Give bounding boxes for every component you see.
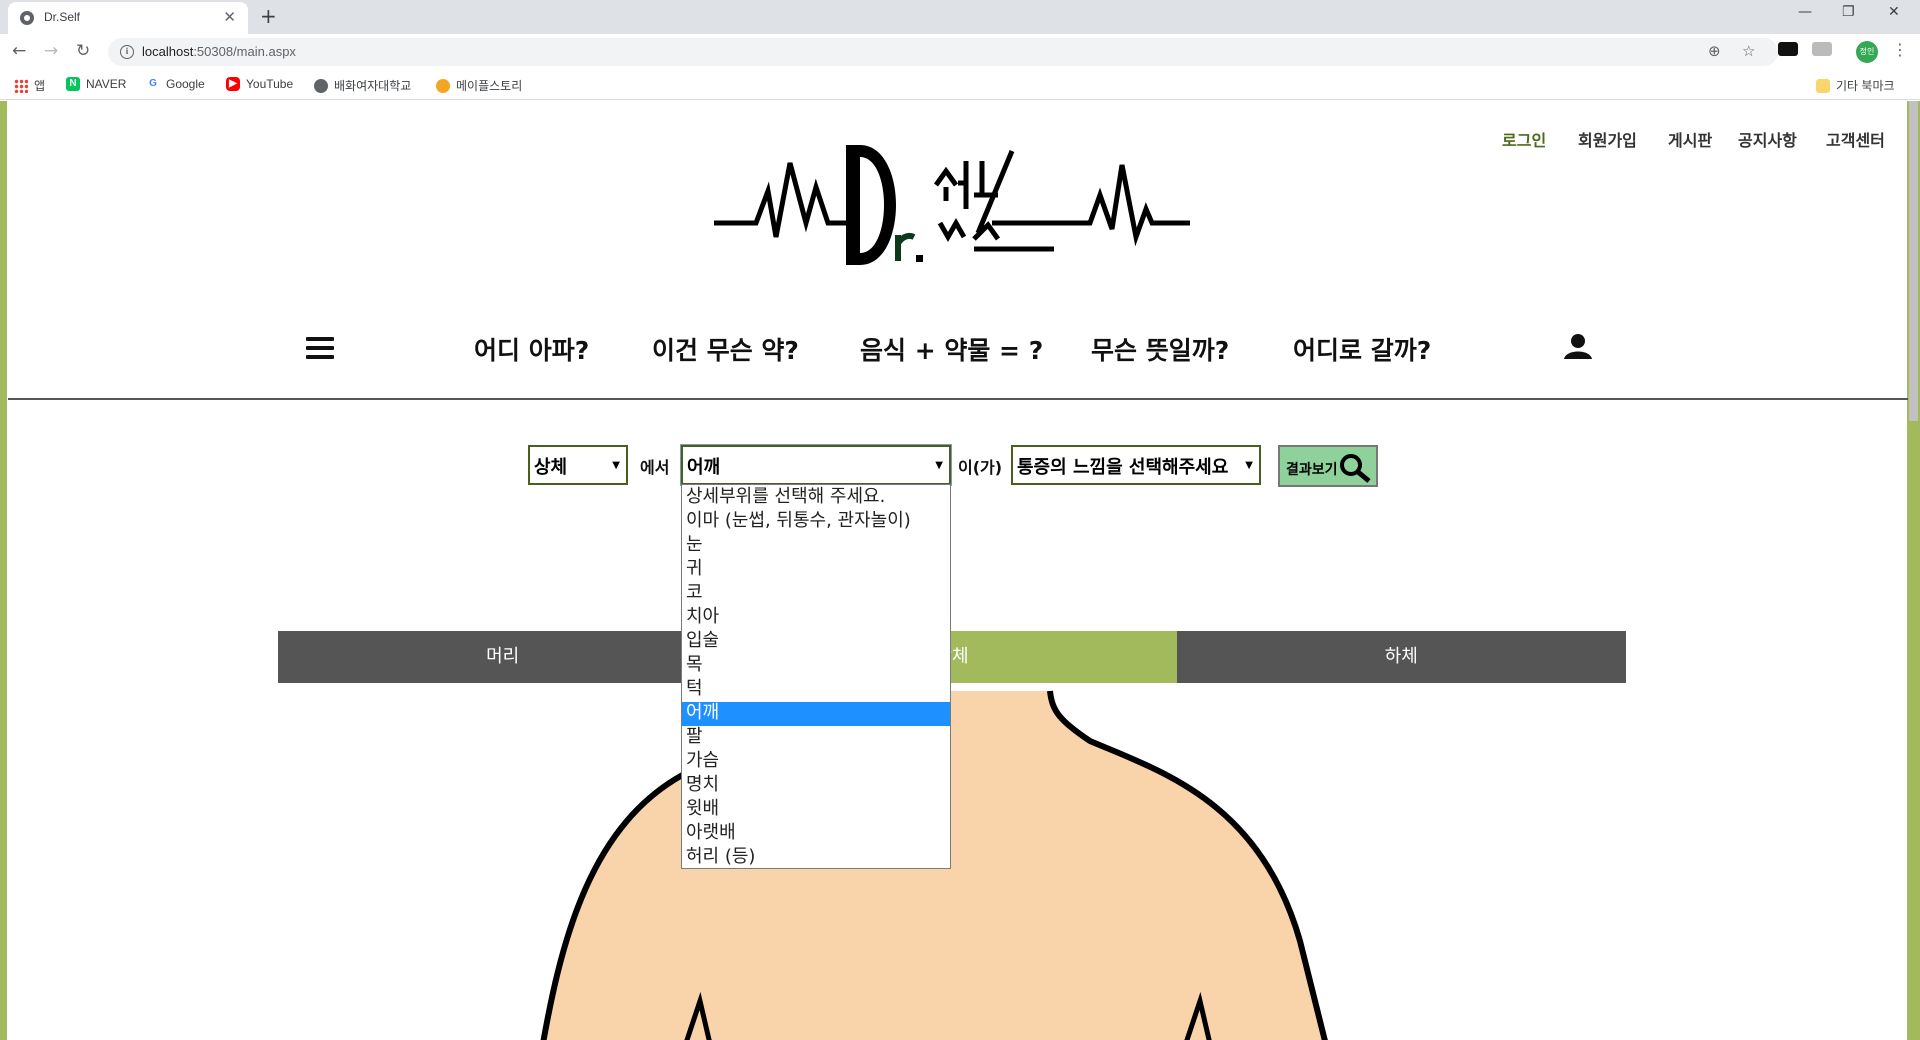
google-icon: G [146, 77, 160, 91]
detail-part-dropdown-list[interactable]: 상세부위를 선택해 주세요. 이마 (눈썹, 뒤통수, 관자놀이) 눈 귀 코 … [681, 484, 951, 869]
login-link[interactable]: 로그인 [1502, 127, 1546, 151]
notice-link[interactable]: 공지사항 [1738, 127, 1797, 151]
body-region-tabs: 머리 상체 하체 [278, 631, 1626, 683]
nav-what-medicine[interactable]: 이건 무슨 약? [652, 331, 799, 367]
globe-icon [314, 78, 328, 93]
search-icon [1340, 454, 1371, 483]
dropdown-option[interactable]: 이마 (눈썹, 뒤통수, 관자놀이) [682, 510, 950, 534]
pain-feeling-select[interactable]: 통증의 느낌을 선택해주세요 ▼ [1011, 445, 1261, 485]
browser-tab[interactable]: Dr.Self ✕ [8, 2, 248, 34]
page-viewport: 로그인 회원가입 게시판 공지사항 고객센터 어디 아파? 이건 무슨 약? 음… [0, 101, 1920, 1040]
youtube-icon: ▶ [226, 77, 240, 91]
menu-kebab-icon[interactable]: ⋮ [1892, 40, 1908, 59]
url-text[interactable]: localhost:50308/main.aspx [142, 44, 296, 59]
dropdown-option[interactable]: 입술 [682, 630, 950, 654]
dropdown-option[interactable]: 상세부위를 선택해 주세요. [682, 486, 950, 510]
new-tab-icon[interactable]: + [260, 4, 277, 28]
naver-icon: N [66, 77, 80, 91]
close-window-icon[interactable]: ✕ [1888, 4, 1900, 20]
dropdown-option-selected[interactable]: 어깨 [682, 702, 950, 726]
support-link[interactable]: 고객센터 [1826, 127, 1885, 151]
view-result-button[interactable]: 결과보기 [1278, 445, 1378, 487]
dropdown-option[interactable]: 코 [682, 582, 950, 606]
left-accent-bar [0, 101, 7, 1040]
dropdown-option[interactable]: 명치 [682, 774, 950, 798]
bookmark-other[interactable]: 기타 북마크 [1816, 77, 1895, 94]
dropdown-option[interactable]: 귀 [682, 558, 950, 582]
close-tab-icon[interactable]: ✕ [223, 8, 236, 26]
back-icon[interactable]: ← [12, 41, 26, 61]
dropdown-arrow-icon: ▼ [1245, 460, 1253, 471]
youtube-extension-icon[interactable] [1778, 42, 1798, 56]
apps-grid-icon [14, 78, 28, 93]
bookmark-maplestory[interactable]: 메이플스토리 [436, 77, 522, 94]
folder-icon [1816, 78, 1830, 93]
tab-head[interactable]: 머리 [278, 631, 728, 683]
star-icon[interactable]: ☆ [1742, 42, 1755, 60]
scrollbar-thumb[interactable] [1909, 101, 1918, 421]
dropdown-option[interactable]: 치아 [682, 606, 950, 630]
reload-icon[interactable]: ↻ [76, 41, 90, 61]
board-link[interactable]: 게시판 [1668, 127, 1712, 151]
dropdown-option[interactable]: 아랫배 [682, 822, 950, 846]
minimize-icon[interactable]: — [1798, 4, 1812, 20]
profile-avatar[interactable]: 정인 [1856, 41, 1878, 63]
body-part-select[interactable]: 상체 ▼ [528, 445, 628, 485]
connector-label: 에서 [640, 458, 670, 477]
bookmarks-bar: 앱 N NAVER G Google ▶ YouTube 배화여자대학교 메이플… [0, 70, 1920, 100]
bookmark-google[interactable]: G Google [146, 77, 205, 91]
restore-icon[interactable]: ❐ [1842, 4, 1855, 20]
user-icon[interactable] [1562, 333, 1594, 359]
browser-tabstrip: Dr.Self ✕ + — ❐ ✕ [0, 0, 1920, 34]
zoom-icon[interactable]: ⊕ [1708, 42, 1721, 60]
maplestory-icon [436, 78, 450, 93]
tab-lower-body[interactable]: 하체 [1176, 631, 1626, 683]
camera-extension-icon[interactable] [1812, 42, 1832, 56]
globe-icon [20, 11, 34, 25]
info-icon[interactable]: i [120, 45, 134, 59]
dropdown-arrow-icon: ▼ [612, 460, 620, 471]
dropdown-option[interactable]: 눈 [682, 534, 950, 558]
dropdown-option[interactable]: 팔 [682, 726, 950, 750]
signup-link[interactable]: 회원가입 [1578, 127, 1637, 151]
dropdown-option[interactable]: 허리 (등) [682, 846, 950, 870]
site-logo[interactable] [712, 139, 1196, 269]
dropdown-option[interactable]: 목 [682, 654, 950, 678]
bookmark-youtube[interactable]: ▶ YouTube [226, 77, 293, 91]
dropdown-option[interactable]: 턱 [682, 678, 950, 702]
browser-toolbar: ← → ↻ i localhost:50308/main.aspx ⊕ ☆ 정인… [0, 34, 1920, 70]
bookmark-naver[interactable]: N NAVER [66, 77, 126, 91]
forward-icon[interactable]: → [44, 41, 58, 61]
bookmark-apps[interactable]: 앱 [14, 77, 45, 94]
nav-divider [8, 398, 1908, 400]
hamburger-menu-icon[interactable] [306, 337, 334, 364]
detail-part-select[interactable]: 어깨 ▼ [681, 445, 951, 485]
tab-title: Dr.Self [44, 10, 81, 24]
subject-label: 이(가) [958, 458, 1003, 477]
nav-meaning[interactable]: 무슨 뜻일까? [1091, 331, 1229, 367]
dropdown-arrow-icon: ▼ [935, 460, 943, 471]
nav-where-hurts[interactable]: 어디 아파? [474, 331, 589, 367]
scrollbar[interactable] [1907, 101, 1920, 1040]
dropdown-option[interactable]: 윗배 [682, 798, 950, 822]
dropdown-option[interactable]: 가슴 [682, 750, 950, 774]
nav-where-go[interactable]: 어디로 갈까? [1293, 331, 1431, 367]
bookmark-baewha[interactable]: 배화여자대학교 [314, 77, 411, 94]
nav-food-drug[interactable]: 음식 + 약물 = ? [860, 331, 1043, 367]
address-bar[interactable]: i localhost:50308/main.aspx ⊕ ☆ [108, 38, 1778, 66]
